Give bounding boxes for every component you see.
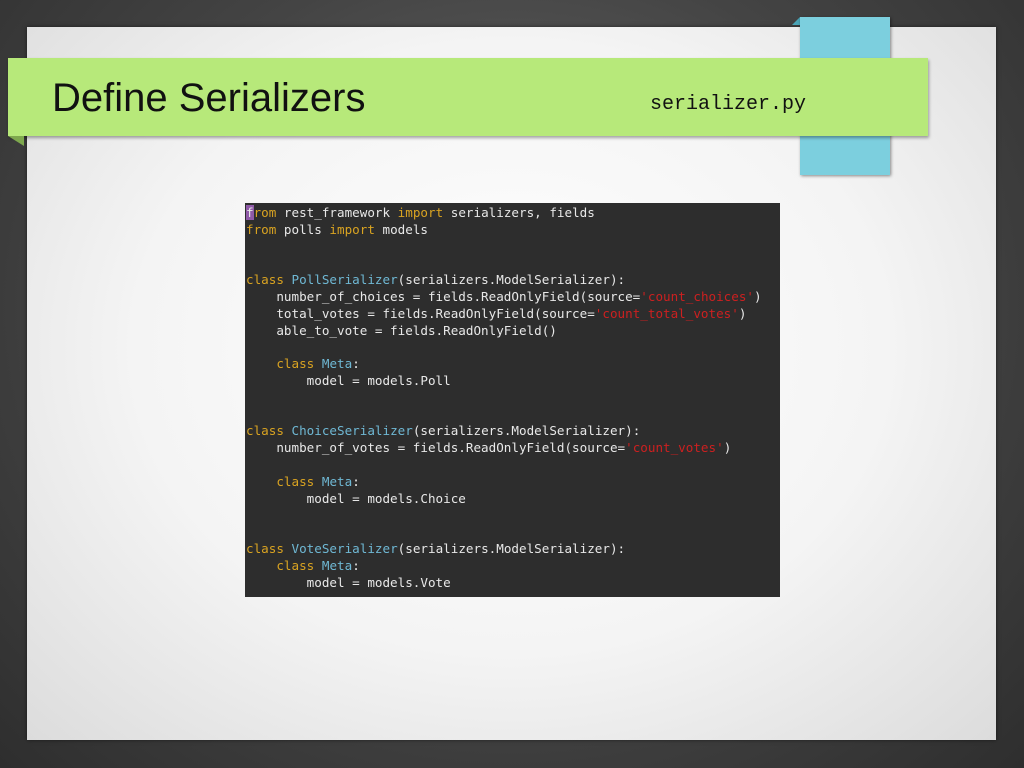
code-token: (serializers.ModelSerializer): bbox=[397, 540, 626, 556]
code-token: VoteSerializer bbox=[291, 540, 398, 556]
code-token: class bbox=[276, 473, 315, 489]
code-token: 'count_total_votes' bbox=[594, 305, 739, 321]
code-line: from rest_framework import serializers, … bbox=[245, 205, 780, 222]
code-line: able_to_vote = fields.ReadOnlyField() bbox=[245, 323, 780, 340]
code-line: number_of_votes = fields.ReadOnlyField(s… bbox=[245, 440, 780, 457]
code-line: class ChoiceSerializer(serializers.Model… bbox=[245, 423, 780, 440]
code-token: import bbox=[329, 221, 375, 237]
code-token: Meta bbox=[321, 557, 353, 573]
code-token: : bbox=[352, 356, 360, 372]
code-token: Meta bbox=[321, 356, 353, 372]
code-token: class bbox=[246, 540, 284, 556]
code-token: : bbox=[352, 473, 360, 489]
code-line: class Meta: bbox=[245, 474, 780, 491]
code-line: from polls import models bbox=[245, 222, 780, 239]
code-token: 'count_votes' bbox=[625, 440, 724, 456]
slide-title: Define Serializers bbox=[52, 76, 366, 120]
code-line: model = models.Poll bbox=[245, 373, 780, 390]
code-token: model = models.Poll bbox=[246, 372, 451, 388]
code-token: rest_framework bbox=[276, 205, 398, 220]
code-line: number_of_choices = fields.ReadOnlyField… bbox=[245, 289, 780, 306]
code-line: class Meta: bbox=[245, 356, 780, 373]
code-token: (serializers.ModelSerializer): bbox=[397, 272, 626, 288]
code-token: : bbox=[352, 557, 360, 573]
code-filename: serializer.py bbox=[650, 93, 807, 116]
code-token: model = models.Choice bbox=[246, 490, 466, 506]
decorative-tab-fold bbox=[792, 17, 800, 25]
code-token: total_votes = fields.ReadOnlyField(sourc… bbox=[246, 305, 595, 321]
code-token: (serializers.ModelSerializer): bbox=[412, 423, 641, 439]
code-token: class bbox=[276, 356, 315, 372]
code-token: 'count_choices' bbox=[640, 288, 755, 304]
code-token: model = models.Vote bbox=[246, 574, 451, 590]
code-token: models bbox=[374, 221, 429, 237]
code-line: class Meta: bbox=[245, 558, 780, 575]
code-line: model = models.Vote bbox=[245, 575, 780, 592]
code-token: import bbox=[397, 205, 444, 220]
code-token: from bbox=[246, 221, 277, 237]
code-token: serializers, fields bbox=[443, 205, 595, 220]
code-line: class VoteSerializer(serializers.ModelSe… bbox=[245, 541, 780, 558]
code-token: f bbox=[246, 205, 254, 220]
code-token: ) bbox=[754, 288, 762, 304]
code-token: able_to_vote = fields.ReadOnlyField() bbox=[246, 322, 557, 338]
code-token: number_of_choices = fields.ReadOnlyField… bbox=[246, 288, 641, 304]
code-token: number_of_votes = fields.ReadOnlyField(s… bbox=[246, 440, 626, 456]
code-token: rom bbox=[253, 205, 277, 220]
code-token: polls bbox=[276, 221, 330, 237]
banner-fold bbox=[8, 136, 24, 146]
code-token: PollSerializer bbox=[291, 272, 398, 288]
code-screenshot: from rest_framework import serializers, … bbox=[245, 203, 780, 597]
code-token: class bbox=[246, 272, 284, 288]
code-line: class PollSerializer(serializers.ModelSe… bbox=[245, 272, 780, 289]
code-token: ) bbox=[723, 440, 732, 456]
code-token: class bbox=[276, 557, 315, 573]
code-line: total_votes = fields.ReadOnlyField(sourc… bbox=[245, 306, 780, 323]
code-token: ) bbox=[738, 305, 747, 321]
code-token: ChoiceSerializer bbox=[291, 423, 413, 439]
code-token: class bbox=[246, 423, 284, 439]
code-token: Meta bbox=[321, 473, 353, 489]
code-line: model = models.Choice bbox=[245, 491, 780, 508]
